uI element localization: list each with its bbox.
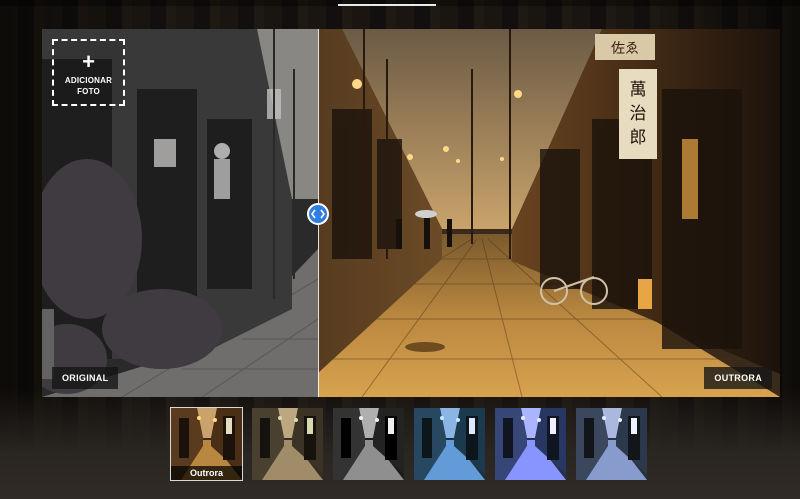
svg-text:萬: 萬 (630, 80, 647, 100)
left-right-arrows-icon (311, 209, 325, 219)
original-label: ORIGINAL (52, 367, 119, 389)
shop-vertical-sign: 萬治郎 (630, 80, 647, 148)
svg-text:治: 治 (630, 104, 647, 124)
filter-thumb-bw[interactable] (333, 408, 404, 480)
add-photo-button[interactable]: + ADICIONAR FOTO (52, 39, 125, 106)
filter-thumb-outrora[interactable]: Outrora (170, 407, 243, 481)
filter-thumb-cool[interactable] (576, 408, 647, 480)
active-tab-indicator (338, 4, 436, 6)
filter-caption: Outrora (171, 466, 242, 480)
filter-thumb-sepia[interactable] (252, 408, 323, 480)
filter-thumb-blue[interactable] (495, 408, 566, 480)
photo-compare-viewer[interactable]: 佐ゑ 萬治郎 + ADICIONAR FOTO ORIGINAL OUTRORA (42, 29, 780, 397)
add-photo-label-line1: ADICIONAR (64, 76, 113, 85)
filter-name-label: OUTRORA (704, 367, 772, 389)
compare-slider-handle[interactable] (307, 203, 329, 225)
shop-top-sign: 佐ゑ (611, 41, 639, 57)
plus-icon: + (82, 49, 95, 74)
svg-text:郎: 郎 (630, 128, 647, 148)
add-photo-label-line2: FOTO (77, 87, 100, 96)
filter-thumb-teal[interactable] (414, 408, 485, 480)
filter-strip: Outrora (170, 407, 647, 481)
